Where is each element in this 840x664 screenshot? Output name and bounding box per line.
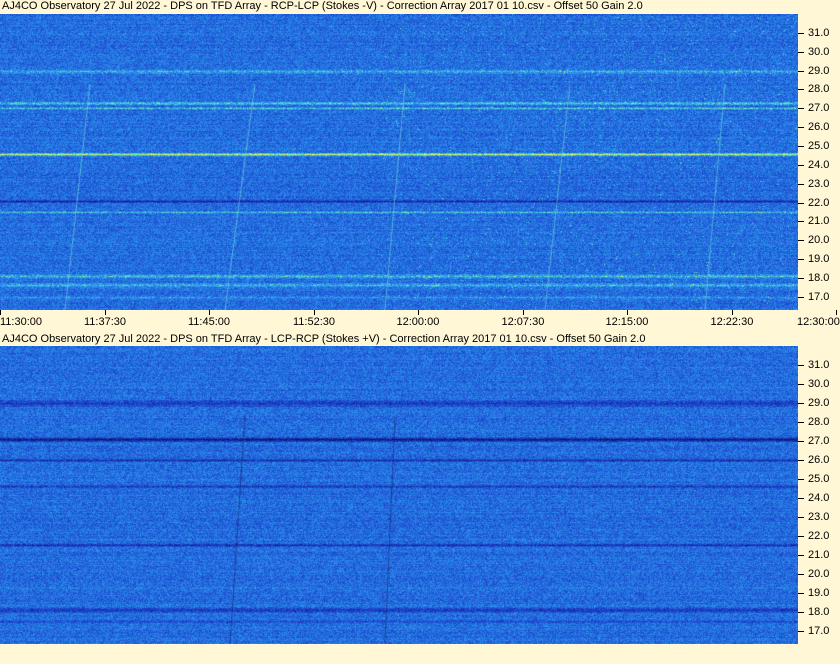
y-tick-label: 24.0 (808, 492, 830, 504)
y-tick (798, 422, 804, 423)
bottom-spectrogram (0, 346, 798, 644)
x-tick-label: 12:22:30 (710, 316, 754, 328)
x-tick-label: 12:07:30 (501, 316, 545, 328)
x-tick (836, 310, 837, 315)
y-tick-label: 25.0 (808, 140, 830, 152)
y-tick (798, 365, 804, 366)
y-tick-label: 31.0 (808, 27, 830, 39)
y-tick-label: 26.0 (808, 121, 830, 133)
y-tick-label: 28.0 (808, 83, 830, 95)
y-tick-label: 29.0 (808, 65, 830, 77)
y-tick-label: 22.0 (808, 197, 830, 209)
y-tick (798, 593, 804, 594)
y-tick (798, 203, 804, 204)
y-tick-label: 30.0 (808, 378, 830, 390)
y-tick (798, 498, 804, 499)
y-tick (798, 612, 804, 613)
y-tick-label: 31.0 (808, 359, 830, 371)
y-tick (798, 165, 804, 166)
y-tick (798, 536, 804, 537)
y-tick (798, 108, 804, 109)
y-tick (798, 278, 804, 279)
x-tick (523, 310, 524, 315)
y-tick-label: 23.0 (808, 511, 830, 523)
y-tick (798, 127, 804, 128)
x-tick-label: 12:30:00 (797, 316, 840, 328)
x-tick-label: 12:15:00 (605, 316, 649, 328)
y-tick (798, 89, 804, 90)
y-tick (798, 297, 804, 298)
y-tick-label: 20.0 (808, 234, 830, 246)
x-tick-label: 12:00:00 (396, 316, 440, 328)
y-tick-label: 18.0 (808, 606, 830, 618)
x-tick-label: 11:30:00 (0, 316, 43, 328)
y-tick-label: 28.0 (808, 416, 830, 428)
y-tick (798, 441, 804, 442)
x-tick (0, 310, 1, 315)
top-panel-title: AJ4CO Observatory 27 Jul 2022 - DPS on T… (2, 0, 643, 12)
y-tick (798, 555, 804, 556)
y-tick (798, 184, 804, 185)
bottom-frequency-axis: 31.0 30.0 29.0 28.0 27.0 26.0 25.0 24.0 23.0 22.0… (798, 346, 840, 644)
y-tick-label: 18.0 (808, 272, 830, 284)
y-tick-label: 23.0 (808, 178, 830, 190)
y-tick (798, 71, 804, 72)
y-tick (798, 240, 804, 241)
y-tick (798, 479, 804, 480)
y-tick-label: 22.0 (808, 530, 830, 542)
y-tick-label: 25.0 (808, 473, 830, 485)
y-tick (798, 259, 804, 260)
y-tick (798, 221, 804, 222)
y-tick-label: 27.0 (808, 102, 830, 114)
y-tick (798, 460, 804, 461)
x-tick (732, 310, 733, 315)
x-tick (418, 310, 419, 315)
y-tick (798, 52, 804, 53)
x-tick (627, 310, 628, 315)
y-tick-label: 19.0 (808, 587, 830, 599)
y-tick-label: 29.0 (808, 397, 830, 409)
x-tick-label: 11:45:00 (188, 316, 231, 328)
bottom-panel-title: AJ4CO Observatory 27 Jul 2022 - DPS on T… (2, 333, 646, 345)
y-tick (798, 631, 804, 632)
x-tick (314, 310, 315, 315)
y-tick-label: 21.0 (808, 549, 830, 561)
y-tick (798, 384, 804, 385)
x-tick-label: 11:52:30 (293, 316, 336, 328)
y-tick-label: 24.0 (808, 159, 830, 171)
y-tick (798, 403, 804, 404)
y-tick (798, 33, 804, 34)
y-tick-label: 26.0 (808, 454, 830, 466)
time-axis: 11:30:00 11:37:30 11:45:00 11:52:30 12:00:00… (0, 310, 840, 334)
y-tick-label: 17.0 (808, 291, 830, 303)
y-tick-label: 20.0 (808, 568, 830, 580)
x-tick (209, 310, 210, 315)
x-tick (105, 310, 106, 315)
top-spectrogram (0, 14, 798, 310)
bottom-band (0, 644, 840, 664)
y-tick-label: 17.0 (808, 625, 830, 637)
y-tick (798, 517, 804, 518)
x-tick-label: 11:37:30 (84, 316, 127, 328)
y-tick-label: 27.0 (808, 435, 830, 447)
y-tick (798, 574, 804, 575)
y-tick-label: 30.0 (808, 46, 830, 58)
y-tick (798, 146, 804, 147)
y-tick-label: 19.0 (808, 253, 830, 265)
top-frequency-axis: 31.0 30.0 29.0 28.0 27.0 26.0 25.0 24.0 23.0 22.0… (798, 14, 840, 310)
y-tick-label: 21.0 (808, 215, 830, 227)
